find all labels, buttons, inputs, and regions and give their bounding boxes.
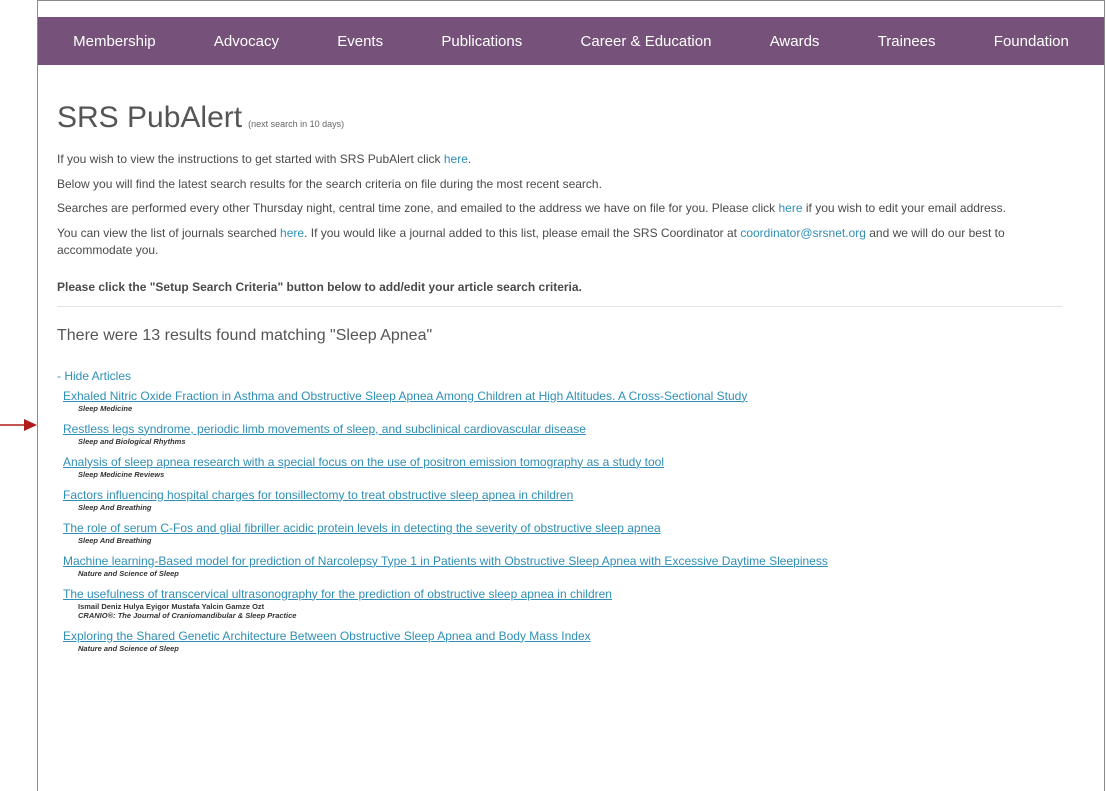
list-item: Factors influencing hospital charges for… (63, 488, 1062, 512)
article-title-link[interactable]: Machine learning-Based model for predict… (63, 554, 1062, 569)
list-item: The role of serum C-Fos and glial fibril… (63, 521, 1062, 545)
results-description: Below you will find the latest search re… (57, 176, 602, 191)
setup-criteria-note: Please click the "Setup Search Criteria"… (57, 279, 582, 294)
article-title-link[interactable]: Exhaled Nitric Oxide Fraction in Asthma … (63, 389, 1062, 404)
journals-list-link[interactable]: here (280, 226, 304, 240)
list-item: Restless legs syndrome, periodic limb mo… (63, 422, 1062, 446)
instructions-paragraph: If you wish to view the instructions to … (57, 152, 472, 166)
article-journal: Sleep Medicine (78, 403, 133, 413)
list-item: Analysis of sleep apnea research with a … (63, 455, 1062, 479)
nav-item-foundation[interactable]: Foundation (994, 33, 1069, 50)
coordinator-email-link[interactable]: coordinator@srsnet.org (740, 226, 866, 240)
pointer-arrow-icon (0, 419, 37, 431)
main-nav: Membership Advocacy Events Publications … (38, 17, 1104, 65)
article-journal: Sleep And Breathing (78, 502, 152, 512)
nav-item-career-education[interactable]: Career & Education (581, 33, 712, 50)
article-title-link[interactable]: The usefulness of transcervical ultrason… (63, 587, 1062, 602)
divider (57, 305, 1062, 307)
article-title-link[interactable]: The role of serum C-Fos and glial fibril… (63, 521, 1062, 536)
main-content: SRS PubAlert (next search in 10 days) If… (38, 101, 1104, 653)
article-journal: Sleep Medicine Reviews (78, 469, 165, 479)
nav-item-advocacy[interactable]: Advocacy (214, 33, 279, 50)
results-heading: There were 13 results found matching "Sl… (57, 326, 433, 344)
list-item: Machine learning-Based model for predict… (63, 554, 1062, 578)
nav-item-awards[interactable]: Awards (770, 33, 820, 50)
instructions-link[interactable]: here (444, 152, 468, 166)
article-journal: CRANIO®: The Journal of Craniomandibular… (78, 610, 297, 620)
article-title-link[interactable]: Factors influencing hospital charges for… (63, 488, 1062, 503)
nav-item-membership[interactable]: Membership (73, 33, 156, 50)
article-journal: Nature and Science of Sleep (78, 568, 179, 578)
article-journal: Sleep And Breathing (78, 535, 152, 545)
schedule-paragraph: Searches are performed every other Thurs… (57, 201, 1006, 215)
list-item: The usefulness of transcervical ultrason… (63, 587, 1062, 620)
page-title: SRS PubAlert (57, 101, 243, 134)
article-journal: Nature and Science of Sleep (78, 643, 179, 653)
list-item: Exhaled Nitric Oxide Fraction in Asthma … (63, 389, 1062, 413)
nav-item-events[interactable]: Events (337, 33, 383, 50)
article-title-link[interactable]: Restless legs syndrome, periodic limb mo… (63, 422, 1062, 437)
edit-email-link[interactable]: here (779, 201, 803, 215)
title-row: SRS PubAlert (next search in 10 days) (57, 101, 1062, 135)
article-journal: Sleep and Biological Rhythms (78, 436, 186, 446)
list-item: Exploring the Shared Genetic Architectur… (63, 629, 1062, 653)
hide-articles-toggle[interactable]: - Hide Articles (57, 369, 131, 383)
browser-content-frame: Membership Advocacy Events Publications … (37, 0, 1105, 791)
article-title-link[interactable]: Analysis of sleep apnea research with a … (63, 455, 1062, 470)
article-list: Exhaled Nitric Oxide Fraction in Asthma … (57, 389, 1062, 653)
article-authors: Ismail Deniz Hulya Eyigor Mustafa Yalcin… (78, 601, 265, 611)
journals-paragraph: You can view the list of journals search… (57, 225, 1005, 258)
nav-item-trainees[interactable]: Trainees (878, 33, 936, 50)
nav-item-publications[interactable]: Publications (441, 33, 522, 50)
next-search-note: (next search in 10 days) (248, 119, 345, 129)
article-title-link[interactable]: Exploring the Shared Genetic Architectur… (63, 629, 1062, 644)
